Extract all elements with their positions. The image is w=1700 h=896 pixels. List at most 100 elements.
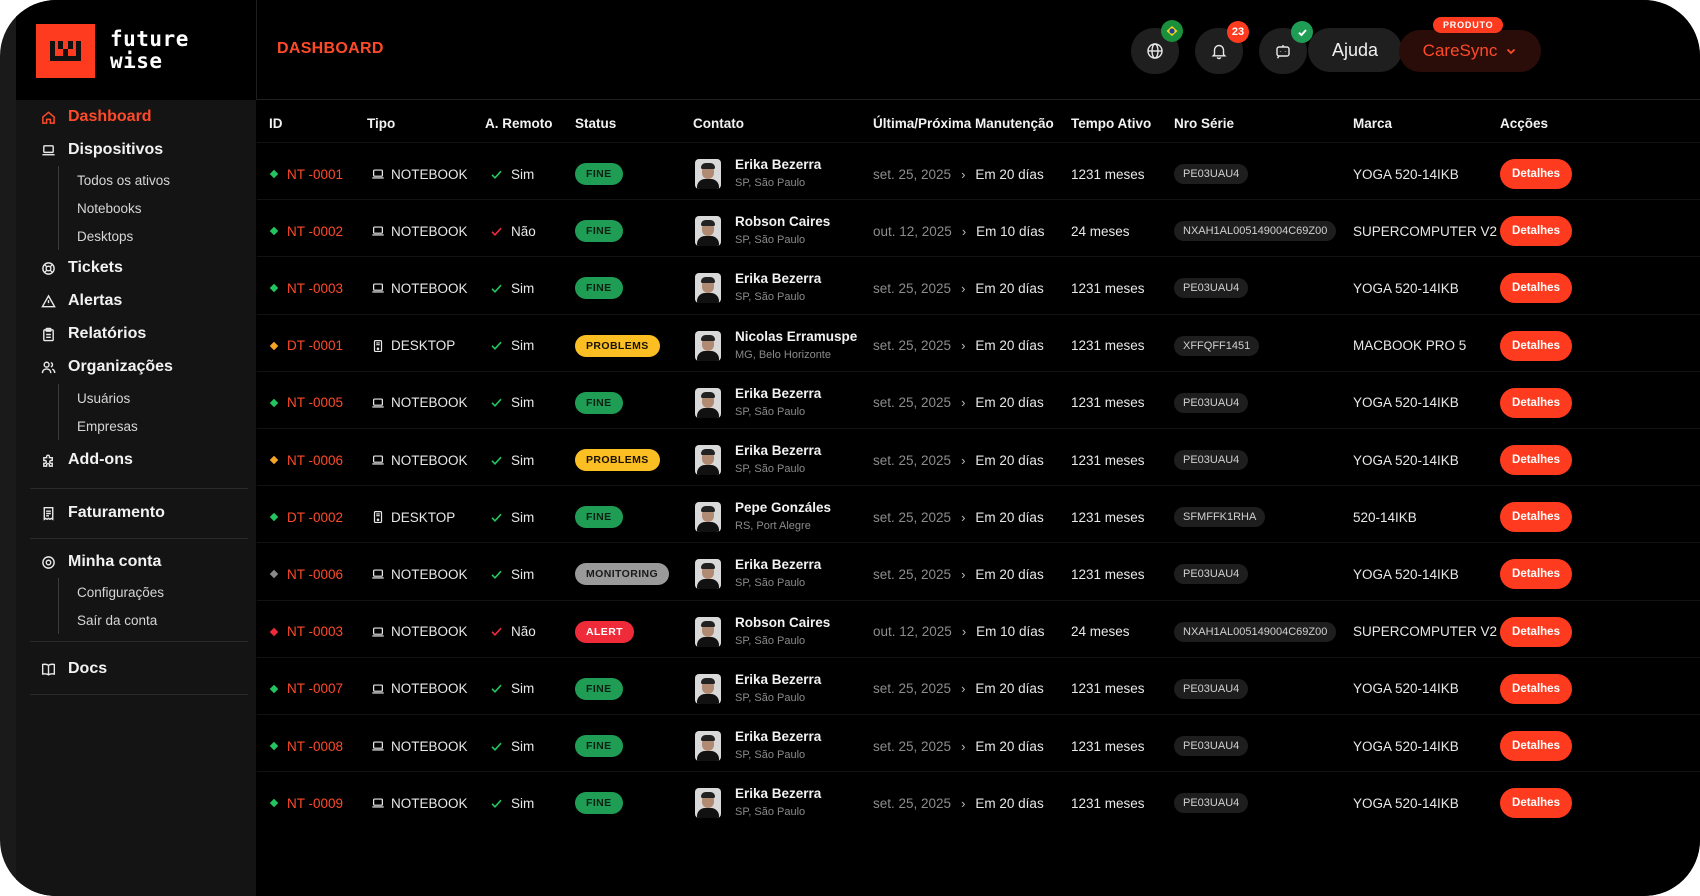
- help-button[interactable]: Ajuda: [1308, 28, 1402, 72]
- laptop-icon: [371, 625, 385, 639]
- device-id[interactable]: NT -0007: [287, 681, 343, 696]
- sidebar-subitem-empresas[interactable]: Empresas: [59, 412, 138, 440]
- column-header-id[interactable]: ID: [269, 116, 283, 131]
- details-button[interactable]: Detalhes: [1500, 559, 1572, 590]
- details-button[interactable]: Detalhes: [1500, 502, 1572, 533]
- sidebar-subitem-configuracoes[interactable]: Configurações: [59, 578, 164, 606]
- device-id[interactable]: NT -0006: [287, 453, 343, 468]
- device-id[interactable]: NT -0005: [287, 395, 343, 410]
- contact-name[interactable]: Erika Bezerra: [735, 786, 821, 802]
- contact-name[interactable]: Nicolas Erramuspe: [735, 329, 857, 345]
- device-id[interactable]: DT -0002: [287, 510, 343, 525]
- avatar: [695, 731, 721, 761]
- row-remote-cell: Sim: [490, 543, 534, 605]
- status-badge: FINE: [575, 735, 623, 757]
- sidebar-subitem-todos[interactable]: Todos os ativos: [59, 166, 170, 194]
- details-button[interactable]: Detalhes: [1500, 673, 1572, 704]
- device-id[interactable]: NT -0009: [287, 796, 343, 811]
- row-id-cell: NT -0008: [269, 715, 343, 777]
- column-header-marca[interactable]: Marca: [1353, 116, 1392, 131]
- row-status-cell: FINE: [575, 257, 623, 319]
- table-row[interactable]: DT -0001 DESKTOP Sim PROBLEMS Nicolas Erramu…: [257, 313, 1700, 376]
- sidebar-item-faturamento[interactable]: Faturamento: [40, 501, 165, 525]
- contact-name[interactable]: Erika Bezerra: [735, 729, 821, 745]
- device-id[interactable]: NT -0003: [287, 624, 343, 639]
- sidebar-item-dispositivos[interactable]: Dispositivos: [40, 138, 163, 162]
- contact-name[interactable]: Pepe Gonzáles: [735, 500, 831, 516]
- details-button[interactable]: Detalhes: [1500, 788, 1572, 819]
- contact-name[interactable]: Erika Bezerra: [735, 672, 821, 688]
- sidebar-item-minha-conta[interactable]: Minha conta: [40, 550, 161, 574]
- contact-name[interactable]: Erika Bezerra: [735, 157, 821, 173]
- contact-name[interactable]: Robson Caires: [735, 214, 830, 230]
- table-row[interactable]: NT -0001 NOTEBOOK Sim FINE Erika Bezerra SP, …: [257, 142, 1700, 204]
- details-button[interactable]: Detalhes: [1500, 387, 1572, 418]
- details-button[interactable]: Detalhes: [1500, 330, 1572, 361]
- contact-name[interactable]: Erika Bezerra: [735, 271, 821, 287]
- product-selector[interactable]: CareSync: [1399, 30, 1541, 72]
- device-id[interactable]: NT -0008: [287, 739, 343, 754]
- column-header-status[interactable]: Status: [575, 116, 616, 131]
- sidebar-item-dashboard[interactable]: Dashboard: [40, 105, 152, 129]
- row-serial-cell: PE03UAU4: [1174, 257, 1249, 319]
- device-id[interactable]: NT -0006: [287, 567, 343, 582]
- device-id[interactable]: NT -0002: [287, 224, 343, 239]
- table-row[interactable]: NT -0005 NOTEBOOK Sim FINE Erika Bezerra SP, …: [257, 370, 1700, 433]
- table-row[interactable]: DT -0002 DESKTOP Sim FINE Pepe Gonzáles RS, P…: [257, 485, 1700, 547]
- avatar: [695, 502, 721, 533]
- logo-mark[interactable]: [36, 24, 95, 78]
- avatar: [695, 445, 721, 475]
- sidebar-item-tickets[interactable]: Tickets: [40, 256, 123, 280]
- column-header-serie[interactable]: Nro Série: [1174, 116, 1234, 131]
- table-row[interactable]: NT -0006 NOTEBOOK Sim PROBLEMS Erika Bezerra…: [257, 428, 1700, 490]
- sidebar-subitem-desktops[interactable]: Desktops: [59, 222, 170, 250]
- device-id[interactable]: NT -0001: [287, 167, 343, 182]
- column-header-manutencao[interactable]: Última/Próxima Manutenção: [873, 116, 1054, 131]
- contact-name[interactable]: Erika Bezerra: [735, 557, 821, 573]
- table-row[interactable]: NT -0009 NOTEBOOK Sim FINE Erika Bezerra SP, …: [257, 771, 1700, 833]
- sidebar-item-alertas[interactable]: Alertas: [40, 289, 122, 313]
- laptop-icon: [371, 682, 385, 696]
- book-icon: [40, 661, 56, 677]
- sidebar-subitem-usuarios[interactable]: Usuários: [59, 384, 138, 412]
- sidebar-divider: [30, 641, 248, 642]
- status-badge: FINE: [575, 677, 623, 700]
- uptime-value: 1231 meses: [1071, 509, 1145, 525]
- details-button[interactable]: Detalhes: [1500, 273, 1572, 304]
- sidebar-item-organizacoes[interactable]: Organizações: [40, 355, 173, 379]
- sidebar-subitem-sair[interactable]: Saír da conta: [59, 606, 164, 634]
- table-row[interactable]: NT -0007 NOTEBOOK Sim FINE Erika Bezerra SP, …: [257, 656, 1700, 719]
- contact-name[interactable]: Erika Bezerra: [735, 443, 821, 459]
- support-bot-button[interactable]: [1259, 21, 1313, 74]
- column-header-contato[interactable]: Contato: [693, 116, 744, 131]
- sidebar-item-addons[interactable]: Add-ons: [40, 448, 133, 472]
- contact-name[interactable]: Erika Bezerra: [735, 386, 821, 402]
- contact-name[interactable]: Robson Caires: [735, 615, 830, 631]
- status-dot-icon: [269, 627, 279, 636]
- table-row[interactable]: NT -0003 NOTEBOOK Não ALERT Robson Caires SP,…: [257, 599, 1700, 662]
- details-button[interactable]: Detalhes: [1500, 159, 1572, 189]
- chevron-right-icon: ›: [961, 624, 967, 640]
- sidebar-item-docs[interactable]: Docs: [40, 657, 107, 681]
- table-row[interactable]: NT -0002 NOTEBOOK Não FINE Robson Caires SP, …: [257, 199, 1700, 261]
- details-button[interactable]: Detalhes: [1500, 731, 1572, 761]
- column-header-acoes[interactable]: Acções: [1500, 116, 1548, 131]
- sidebar-subitem-notebooks[interactable]: Notebooks: [59, 194, 170, 222]
- table-row[interactable]: NT -0008 NOTEBOOK Sim FINE Erika Bezerra SP, …: [257, 714, 1700, 776]
- row-serial-cell: SFMFFK1RHA: [1174, 486, 1266, 548]
- column-header-remoto[interactable]: A. Remoto: [485, 116, 553, 131]
- status-badge: FINE: [575, 277, 623, 300]
- details-button[interactable]: Detalhes: [1500, 216, 1572, 247]
- sidebar-item-relatorios[interactable]: Relatórios: [40, 322, 146, 346]
- table-row[interactable]: NT -0006 NOTEBOOK Sim MONITORING Erika Bezer…: [257, 542, 1700, 604]
- table-row[interactable]: NT -0003 NOTEBOOK Sim FINE Erika Bezerra SP, …: [257, 256, 1700, 318]
- column-header-tipo[interactable]: Tipo: [367, 116, 395, 131]
- language-button[interactable]: [1131, 20, 1183, 74]
- column-header-tempo[interactable]: Tempo Ativo: [1071, 116, 1151, 131]
- next-maintenance: Em 20 días: [975, 338, 1044, 354]
- details-button[interactable]: Detalhes: [1500, 616, 1572, 647]
- details-button[interactable]: Detalhes: [1500, 445, 1572, 475]
- notifications-button[interactable]: 23: [1195, 21, 1249, 74]
- device-id[interactable]: NT -0003: [287, 281, 343, 296]
- device-id[interactable]: DT -0001: [287, 338, 343, 353]
